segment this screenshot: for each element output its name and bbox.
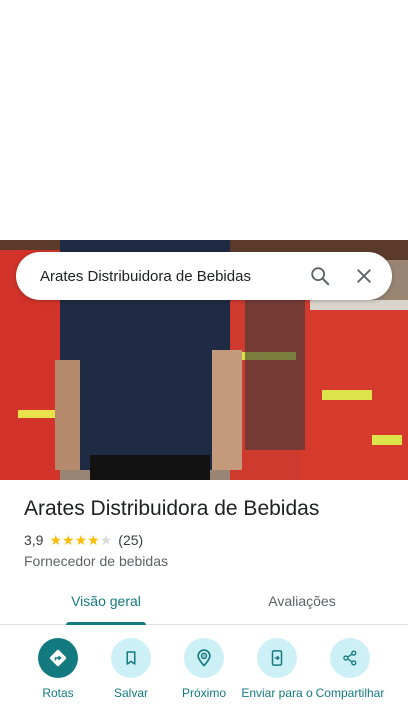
nearby-button-circle[interactable]	[184, 638, 224, 678]
send-to-phone-icon	[271, 650, 283, 666]
action-bar: Rotas Salvar Próximo Enviar para o Compa…	[0, 638, 408, 720]
share-button[interactable]: Compartilhar	[312, 638, 388, 701]
tab-overview[interactable]: Visão geral	[56, 585, 156, 625]
search-icon	[311, 267, 330, 286]
directions-button-circle[interactable]	[38, 638, 78, 678]
directions-label: Rotas	[42, 686, 74, 700]
share-label: Compartilhar	[315, 686, 385, 700]
rating-row[interactable]: 3,9 ★ ★ ★ ★ ★ (25)	[24, 532, 143, 548]
send-to-phone-button-circle[interactable]	[257, 638, 297, 678]
bookmark-icon	[126, 651, 136, 665]
nearby-icon	[197, 649, 211, 667]
save-label: Salvar	[113, 686, 148, 700]
share-icon	[343, 650, 357, 666]
rating-value: 3,9	[24, 532, 44, 548]
search-bar[interactable]: Arates Distribuidora de Bebidas	[16, 252, 392, 300]
close-icon	[357, 269, 371, 283]
tab-reviews[interactable]: Avaliações	[252, 585, 352, 625]
share-button-circle[interactable]	[330, 638, 370, 678]
save-button-circle[interactable]	[111, 638, 151, 678]
tab-selected-indicator	[66, 622, 146, 625]
nearby-label: Próximo	[181, 686, 226, 700]
send-to-phone-button[interactable]: Enviar para o	[239, 638, 315, 701]
review-count[interactable]: (25)	[118, 532, 143, 548]
save-button[interactable]: Salvar	[93, 638, 169, 701]
star-icon: ★	[49, 532, 63, 548]
send-to-phone-label: Enviar para o	[241, 686, 313, 700]
star-empty-icon: ★	[99, 532, 113, 548]
tab-reviews-label: Avaliações	[268, 593, 336, 609]
place-category: Fornecedor de bebidas	[24, 553, 168, 569]
nearby-button[interactable]: Próximo	[166, 638, 242, 701]
star-icon: ★	[74, 532, 88, 548]
star-icon: ★	[87, 532, 100, 548]
close-button[interactable]	[342, 254, 386, 298]
search-button[interactable]	[298, 254, 342, 298]
rating-stars: ★ ★ ★ ★ ★	[49, 533, 112, 547]
place-name: Arates Distribuidora de Bebidas	[24, 497, 320, 520]
tab-overview-label: Visão geral	[71, 593, 141, 609]
tab-bar: Visão geral Avaliações	[0, 585, 408, 625]
directions-icon	[49, 649, 67, 667]
directions-button[interactable]: Rotas	[20, 638, 96, 701]
search-input[interactable]: Arates Distribuidora de Bebidas	[16, 268, 298, 285]
star-icon: ★	[62, 532, 75, 548]
